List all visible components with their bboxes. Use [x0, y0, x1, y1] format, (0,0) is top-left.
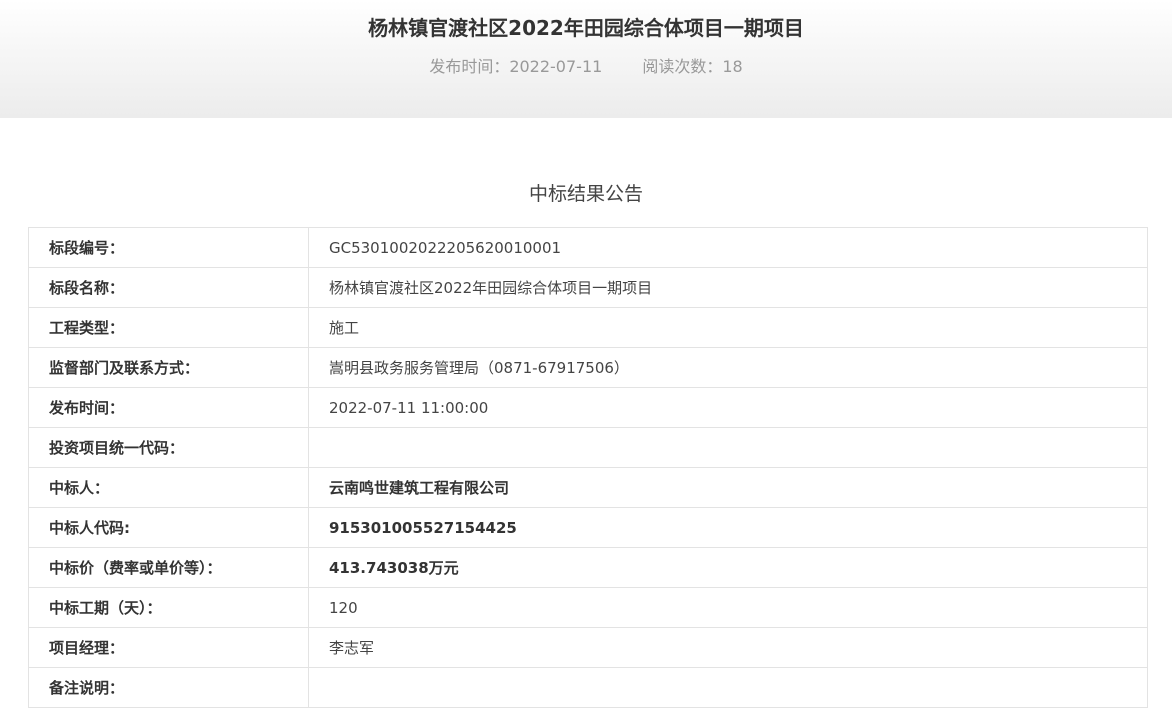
row-label: 投资项目统一代码： [28, 427, 309, 468]
row-value: 120 [308, 587, 1148, 628]
row-value: 施工 [308, 307, 1148, 348]
winning-price: 413.743038万元 [308, 547, 1148, 588]
row-label: 中标人： [28, 467, 309, 508]
table-row: 工程类型： 施工 [28, 307, 1148, 348]
row-label: 备注说明： [28, 667, 309, 708]
table-row: 投资项目统一代码： [28, 427, 1148, 468]
article-meta: 发布时间：2022-07-11 阅读次数：18 [0, 56, 1172, 78]
row-value: 嵩明县政务服务管理局（0871-67917506） [308, 347, 1148, 388]
bid-result-table: 标段编号： GC5301002022205620010001 标段名称： 杨林镇… [28, 227, 1148, 708]
table-row: 监督部门及联系方式： 嵩明县政务服务管理局（0871-67917506） [28, 347, 1148, 388]
table-row: 备注说明： [28, 667, 1148, 708]
table-row: 标段编号： GC5301002022205620010001 [28, 227, 1148, 268]
table-row: 中标价（费率或单价等）： 413.743038万元 [28, 547, 1148, 588]
notice-title: 中标结果公告 [528, 183, 643, 205]
article-title: 杨林镇官渡社区2022年田园综合体项目一期项目 [368, 16, 804, 40]
row-label: 中标工期（天）： [28, 587, 309, 628]
row-label: 中标价（费率或单价等）： [28, 547, 309, 588]
publish-date: 发布时间：2022-07-11 [429, 57, 603, 76]
row-label: 工程类型： [28, 307, 309, 348]
row-label: 标段编号： [28, 227, 309, 268]
winner-name: 云南鸣世建筑工程有限公司 [308, 467, 1148, 508]
table-row: 中标工期（天）： 120 [28, 587, 1148, 628]
row-label: 中标人代码: [28, 507, 309, 548]
article-header: 杨林镇官渡社区2022年田园综合体项目一期项目 发布时间：2022-07-11 阅… [0, 0, 1172, 118]
table-row: 标段名称： 杨林镇官渡社区2022年田园综合体项目一期项目 [28, 267, 1148, 308]
row-label: 监督部门及联系方式： [28, 347, 309, 388]
row-value: 李志军 [308, 627, 1148, 668]
winner-code: 915301005527154425 [308, 507, 1148, 548]
view-count: 阅读次数：18 [642, 57, 743, 76]
table-row: 项目经理： 李志军 [28, 627, 1148, 668]
row-label: 发布时间： [28, 387, 309, 428]
row-value [308, 427, 1148, 468]
row-value [308, 667, 1148, 708]
table-row: 中标人： 云南鸣世建筑工程有限公司 [28, 467, 1148, 508]
row-value: GC5301002022205620010001 [308, 227, 1148, 268]
table-row: 发布时间： 2022-07-11 11:00:00 [28, 387, 1148, 428]
row-label: 项目经理： [28, 627, 309, 668]
row-value: 2022-07-11 11:00:00 [308, 387, 1148, 428]
table-row: 中标人代码: 915301005527154425 [28, 507, 1148, 548]
row-label: 标段名称： [28, 267, 309, 308]
row-value: 杨林镇官渡社区2022年田园综合体项目一期项目 [308, 267, 1148, 308]
